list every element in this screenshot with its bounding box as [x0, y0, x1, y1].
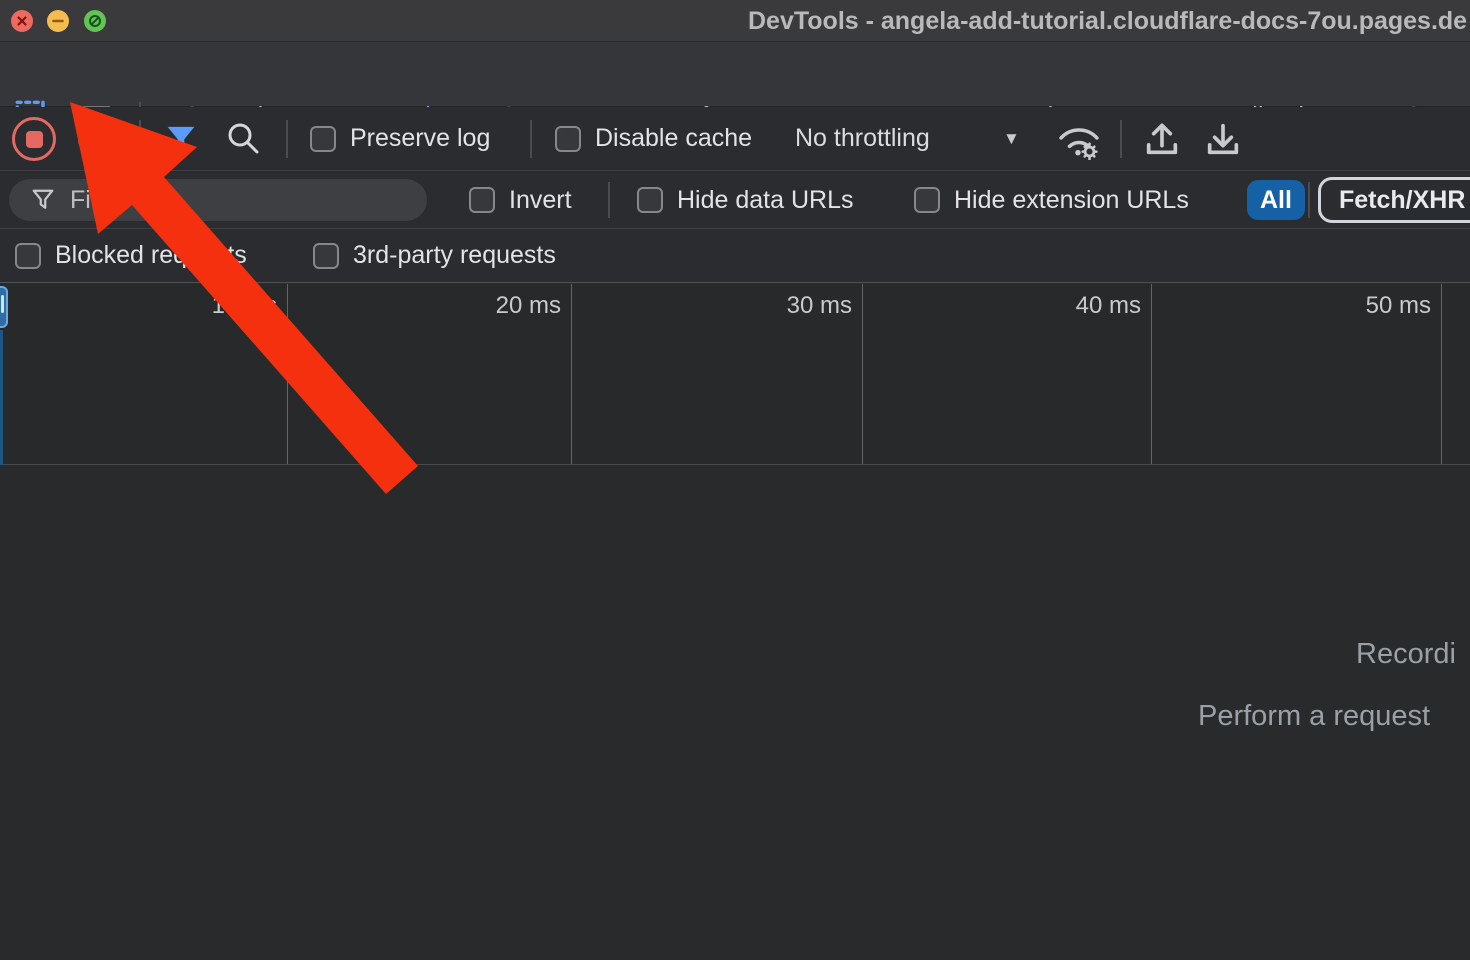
timeline-tick: 20 ms	[471, 292, 561, 320]
filter-toggle-button[interactable]	[164, 122, 198, 156]
record-network-log-button[interactable]	[12, 117, 56, 161]
toolbar-divider	[530, 120, 532, 158]
import-har-button[interactable]	[1142, 119, 1182, 159]
zoom-icon	[87, 13, 103, 29]
checkbox-label: Invert	[509, 186, 572, 215]
timeline-gridline	[1441, 284, 1442, 464]
close-button[interactable]	[11, 10, 33, 32]
checkbox-label: Preserve log	[350, 124, 490, 153]
toolbar-divider	[1308, 182, 1310, 218]
blocked-requests-checkbox[interactable]: Blocked requests	[15, 229, 247, 282]
checkbox-box	[15, 243, 41, 269]
requests-empty-area: Recordi Perform a request	[0, 466, 1470, 960]
filter-fetch-xhr-button[interactable]: Fetch/XHR	[1318, 177, 1470, 223]
timeline-tick: 50 ms	[1341, 292, 1431, 320]
devtools-window: DevTools - angela-add-tutorial.cloudflar…	[0, 0, 1470, 960]
devtools-tabbar: Console Network Sources Performance Memo…	[0, 42, 1470, 107]
invert-checkbox[interactable]: Invert	[469, 172, 572, 228]
timeline-gridline	[1151, 284, 1152, 464]
close-icon	[15, 14, 29, 28]
toolbar-divider	[1120, 120, 1122, 158]
upload-icon	[1142, 119, 1182, 159]
filter-all-button[interactable]: All	[1247, 180, 1305, 220]
hide-extension-urls-checkbox[interactable]: Hide extension URLs	[914, 172, 1189, 228]
empty-state-hint-text: Perform a request	[1198, 700, 1430, 733]
overview-range-line	[0, 330, 3, 465]
network-filter-bar: Invert Hide data URLs Hide extension URL…	[0, 172, 1470, 229]
timeline-tick: 40 ms	[1051, 292, 1141, 320]
toolbar-divider	[608, 182, 610, 218]
network-conditions-button[interactable]	[1054, 120, 1104, 160]
hide-data-urls-checkbox[interactable]: Hide data URLs	[637, 172, 853, 228]
minimize-button[interactable]	[47, 10, 69, 32]
timeline-gridline	[571, 284, 572, 464]
search-network-button[interactable]	[224, 120, 264, 158]
minimize-icon	[51, 14, 65, 28]
recording-status-text: Recordi	[1356, 638, 1456, 671]
checkbox-label: Hide extension URLs	[954, 186, 1189, 215]
window-title: DevTools - angela-add-tutorial.cloudflar…	[748, 7, 1467, 36]
toolbar-divider	[139, 120, 141, 158]
filter-input-container	[9, 179, 427, 221]
export-har-button[interactable]	[1203, 119, 1243, 159]
network-toolbar: Preserve log Disable cache No throttling…	[0, 107, 1470, 171]
checkbox-label: Blocked requests	[55, 241, 247, 270]
disable-cache-checkbox[interactable]: Disable cache	[555, 107, 752, 170]
timeline-tick: 30 ms	[762, 292, 852, 320]
checkbox-box	[914, 187, 940, 213]
checkbox-box	[469, 187, 495, 213]
third-party-requests-checkbox[interactable]: 3rd-party requests	[313, 229, 556, 282]
timeline-tick: 10 ms	[187, 292, 277, 320]
timeline-gridline	[287, 284, 288, 464]
checkbox-label: Hide data URLs	[677, 186, 853, 215]
clear-network-log-button[interactable]	[76, 120, 114, 158]
wifi-gear-icon	[1054, 120, 1104, 160]
network-overview-timeline: 10 ms 20 ms 30 ms 40 ms 50 ms	[0, 284, 1470, 465]
checkbox-box	[313, 243, 339, 269]
chevron-down-icon: ▼	[1003, 107, 1020, 170]
checkbox-label: Disable cache	[595, 124, 752, 153]
throttling-select[interactable]: No throttling	[795, 107, 930, 170]
download-icon	[1203, 119, 1243, 159]
toolbar-divider	[286, 120, 288, 158]
zoom-button[interactable]	[84, 10, 106, 32]
preserve-log-checkbox[interactable]: Preserve log	[310, 107, 490, 170]
macos-titlebar: DevTools - angela-add-tutorial.cloudflar…	[0, 0, 1470, 42]
funnel-icon	[30, 187, 56, 213]
checkbox-box	[555, 126, 581, 152]
clear-icon	[76, 120, 114, 158]
funnel-icon	[164, 122, 198, 156]
checkbox-box	[310, 126, 336, 152]
overview-range-handle[interactable]	[0, 286, 8, 328]
checkbox-label: 3rd-party requests	[353, 241, 556, 270]
filter-input[interactable]	[70, 186, 400, 215]
request-filter-row: Blocked requests 3rd-party requests	[0, 229, 1470, 283]
timeline-gridline	[862, 284, 863, 464]
search-icon	[224, 120, 264, 158]
checkbox-box	[637, 187, 663, 213]
